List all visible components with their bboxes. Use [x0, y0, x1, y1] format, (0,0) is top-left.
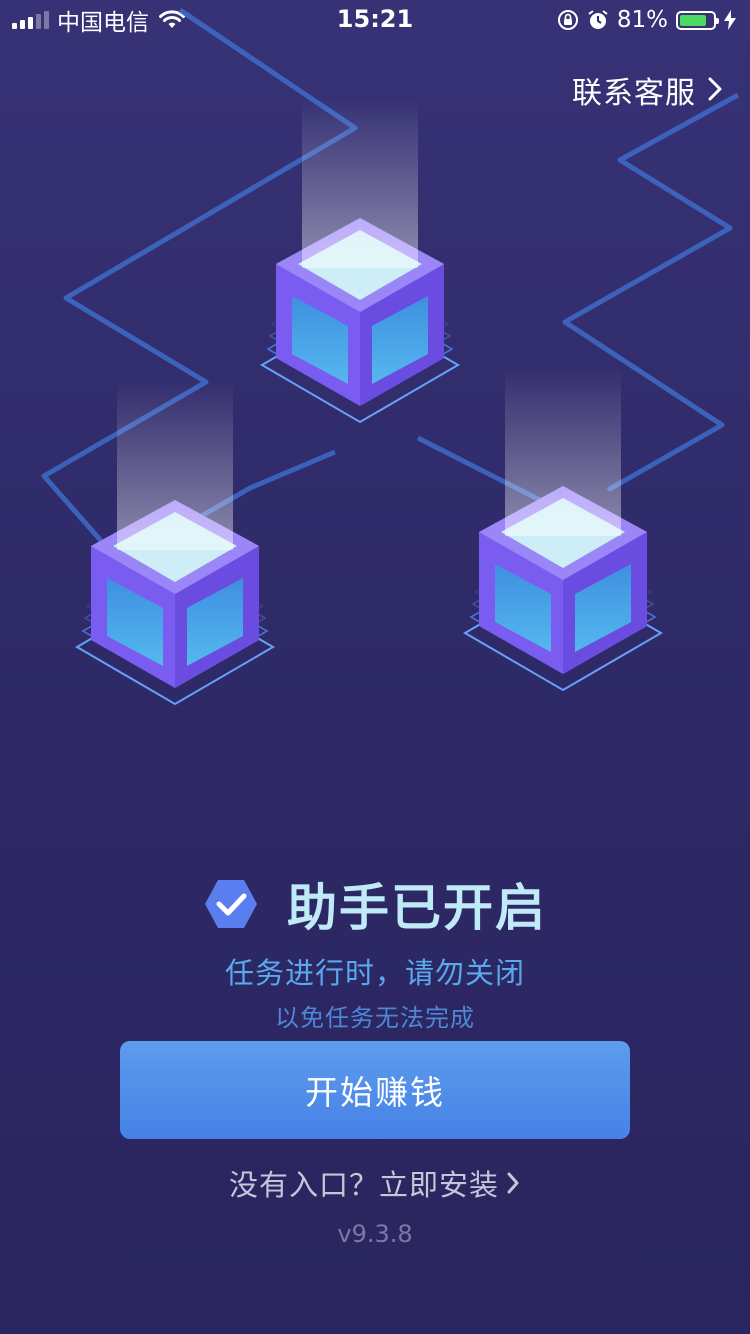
install-link-label: 没有入口？立即安装 [228, 1168, 499, 1202]
version-label: v9.3.8 [337, 1220, 413, 1248]
cube-left [76, 379, 274, 705]
warning-submessage: 以免任务无法完成 [275, 1004, 475, 1032]
install-link[interactable]: 没有入口？立即安装 [0, 1162, 750, 1204]
blockchain-illustration [41, 7, 740, 705]
hexagon-check-icon [205, 880, 257, 928]
status-title: 助手已开启 [287, 879, 547, 937]
cube-top [261, 97, 459, 423]
start-earning-button[interactable]: 开始赚钱 [120, 1041, 630, 1139]
chevron-right-icon [507, 1172, 519, 1194]
warning-message: 任务进行时，请勿关闭 [224, 956, 525, 990]
cube-right [464, 365, 662, 691]
assistant-status: 助手已开启 [0, 868, 750, 940]
